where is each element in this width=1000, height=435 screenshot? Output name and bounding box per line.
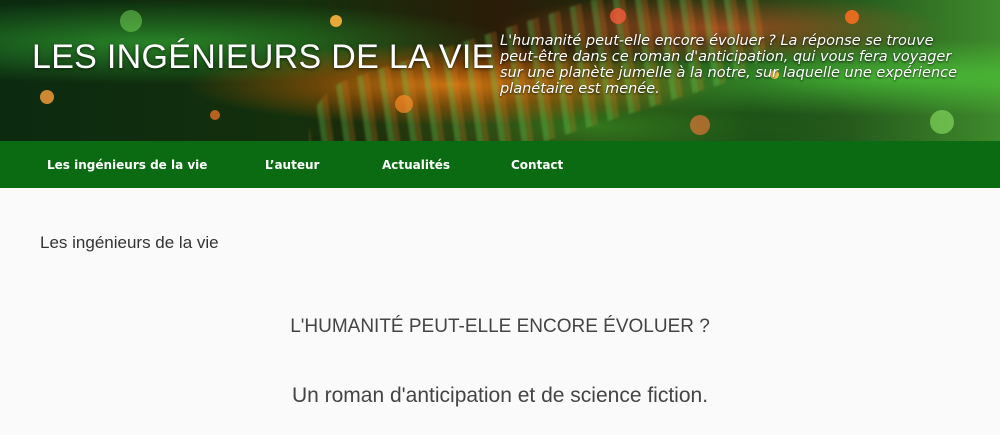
bokeh-light bbox=[120, 10, 142, 32]
bokeh-light bbox=[930, 110, 954, 134]
bokeh-light bbox=[395, 95, 413, 113]
bokeh-light bbox=[610, 8, 626, 24]
nav-item-actualites[interactable]: Actualités bbox=[382, 158, 450, 172]
bokeh-light bbox=[690, 115, 710, 135]
nav-item-les-ingenieurs[interactable]: Les ingénieurs de la vie bbox=[47, 158, 207, 172]
nav-item-contact[interactable]: Contact bbox=[511, 158, 563, 172]
site-title[interactable]: LES INGÉNIEURS DE LA VIE bbox=[32, 38, 495, 77]
page-title: Les ingénieurs de la vie bbox=[40, 233, 219, 252]
site-tagline: L'humanité peut-elle encore évoluer ? La… bbox=[500, 33, 958, 97]
main-navigation: Les ingénieurs de la vie L’auteur Actual… bbox=[0, 141, 1000, 188]
section-heading: L'HUMANITÉ PEUT-ELLE ENCORE ÉVOLUER ? bbox=[290, 316, 710, 337]
header-banner: LES INGÉNIEURS DE LA VIE L'humanité peut… bbox=[0, 0, 1000, 141]
nav-item-auteur[interactable]: L’auteur bbox=[265, 158, 319, 172]
bokeh-light bbox=[845, 10, 859, 24]
bokeh-light bbox=[330, 15, 342, 27]
main-content: Les ingénieurs de la vie L'HUMANITÉ PEUT… bbox=[0, 188, 1000, 435]
bokeh-light bbox=[40, 90, 54, 104]
section-subheading: Un roman d'anticipation et de science fi… bbox=[291, 384, 709, 407]
bokeh-light bbox=[210, 110, 220, 120]
